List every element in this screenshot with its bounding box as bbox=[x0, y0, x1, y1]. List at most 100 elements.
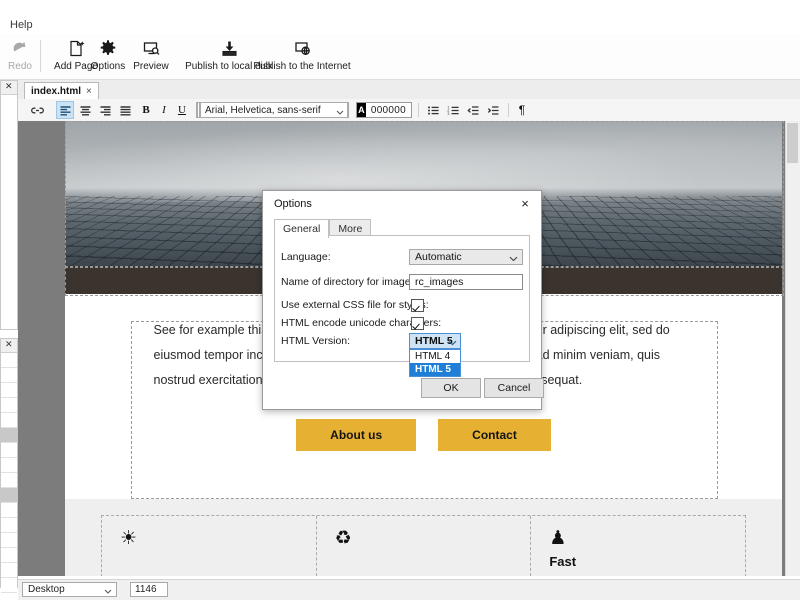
menu-item-help[interactable]: Help bbox=[6, 18, 37, 32]
feature-title: Fast bbox=[549, 554, 577, 569]
external-css-checkbox[interactable] bbox=[411, 299, 424, 312]
list-item[interactable] bbox=[1, 428, 17, 443]
globe-publish-icon bbox=[244, 36, 360, 60]
list-item[interactable] bbox=[1, 473, 17, 488]
feature-cell-recycle[interactable]: ♻ bbox=[317, 516, 532, 576]
vertical-scrollbar[interactable] bbox=[785, 121, 800, 576]
list-item[interactable] bbox=[1, 578, 17, 593]
underline-button[interactable]: U bbox=[174, 101, 190, 119]
left-panel-lower-header: ✕ bbox=[1, 339, 17, 353]
cancel-button[interactable]: Cancel bbox=[484, 378, 544, 398]
viewport-width-value: 1146 bbox=[135, 584, 157, 595]
menu-bar: Help bbox=[0, 18, 800, 34]
tab-general[interactable]: General bbox=[274, 219, 330, 238]
left-panel-lower: ✕ bbox=[0, 338, 18, 593]
format-toolbar: B I U S 12 bbox=[18, 99, 800, 122]
preview-icon bbox=[128, 36, 174, 60]
html-version-option-html4[interactable]: HTML 4 bbox=[410, 350, 460, 363]
font-family-value: Arial, Helvetica, sans-serif bbox=[205, 104, 321, 116]
close-icon[interactable]: × bbox=[517, 195, 533, 211]
toolbar-separator bbox=[40, 40, 41, 72]
close-icon[interactable]: × bbox=[86, 86, 92, 97]
numbered-list-icon[interactable]: 1 2 3 bbox=[444, 101, 462, 119]
list-item[interactable] bbox=[1, 488, 17, 503]
align-center-icon[interactable] bbox=[76, 101, 94, 119]
text-color-picker[interactable]: A 000000 bbox=[356, 102, 412, 118]
field-language: Language: Automatic bbox=[275, 248, 529, 268]
about-us-button[interactable]: About us bbox=[296, 419, 417, 451]
color-hex-value: 000000 bbox=[370, 104, 406, 116]
list-item[interactable] bbox=[1, 398, 17, 413]
field-unicode-encode: HTML encode unicode characters: bbox=[275, 314, 529, 334]
redo-label: Redo bbox=[8, 61, 32, 72]
application-window: Help Redo Add Page Options Preview Publi… bbox=[0, 0, 800, 600]
outdent-icon[interactable] bbox=[464, 101, 482, 119]
editor-tab-strip: index.html × bbox=[18, 80, 800, 100]
link-icon[interactable] bbox=[28, 101, 46, 119]
indent-icon[interactable] bbox=[484, 101, 502, 119]
gear-icon bbox=[86, 36, 130, 60]
options-dialog: Options × General More Language: Automat… bbox=[262, 190, 544, 410]
images-directory-input[interactable]: rc_images bbox=[409, 274, 523, 290]
pilcrow-icon[interactable]: ¶ bbox=[514, 101, 530, 119]
list-item[interactable] bbox=[1, 533, 17, 548]
list-item[interactable] bbox=[1, 368, 17, 383]
chevron-down-icon bbox=[448, 337, 457, 349]
list-item[interactable] bbox=[1, 413, 17, 428]
tab-index-html[interactable]: index.html × bbox=[24, 82, 99, 99]
html-version-dropdown-list: HTML 4 HTML 5 bbox=[409, 349, 461, 377]
left-panel-upper-header: ✕ bbox=[1, 81, 17, 95]
list-item[interactable] bbox=[1, 443, 17, 458]
italic-button[interactable]: I bbox=[156, 101, 172, 119]
list-item[interactable] bbox=[1, 518, 17, 533]
vertical-scrollbar-thumb[interactable] bbox=[787, 123, 798, 163]
align-left-icon[interactable] bbox=[56, 101, 74, 119]
preview-button[interactable]: Preview bbox=[128, 36, 174, 72]
options-label: Options bbox=[90, 61, 126, 72]
chevron-down-icon bbox=[104, 586, 112, 597]
cta-button-row: About us Contact bbox=[65, 419, 782, 481]
publish-internet-button[interactable]: Publish to the Internet bbox=[244, 36, 360, 72]
align-right-icon[interactable] bbox=[96, 101, 114, 119]
list-item[interactable] bbox=[1, 563, 17, 578]
options-button[interactable]: Options bbox=[86, 36, 130, 72]
device-preview-value: Desktop bbox=[28, 584, 65, 595]
language-select[interactable]: Automatic bbox=[409, 249, 523, 265]
device-preview-select[interactable]: Desktop bbox=[22, 582, 117, 597]
html-version-select[interactable]: HTML 5 bbox=[409, 333, 461, 349]
close-icon[interactable]: ✕ bbox=[5, 82, 13, 91]
ok-button[interactable]: OK bbox=[421, 378, 481, 398]
align-justify-icon[interactable] bbox=[116, 101, 134, 119]
unicode-encode-checkbox[interactable] bbox=[411, 317, 424, 330]
redo-button[interactable]: Redo bbox=[4, 36, 36, 72]
status-bar: Desktop 1146 bbox=[18, 579, 800, 600]
field-external-css: Use external CSS file for styles: bbox=[275, 296, 529, 316]
tree-icon: ♟ bbox=[549, 528, 567, 549]
chevron-down-icon bbox=[336, 107, 344, 118]
close-icon[interactable]: ✕ bbox=[5, 340, 13, 349]
list-item[interactable] bbox=[1, 353, 17, 368]
dialog-title: Options bbox=[274, 198, 312, 210]
color-swatch: A bbox=[357, 103, 366, 117]
toolbar-separator bbox=[418, 103, 419, 117]
feature-cell-fast[interactable]: ♟ Fast bbox=[531, 516, 745, 576]
left-panel-upper: ✕ bbox=[0, 80, 18, 330]
html-version-option-html5[interactable]: HTML 5 bbox=[410, 363, 460, 376]
field-html-version: HTML Version: HTML 5 HTML 4 HTML 5 bbox=[275, 332, 529, 377]
feature-cell-sun[interactable]: ☀ bbox=[102, 516, 317, 576]
list-item[interactable] bbox=[1, 383, 17, 398]
list-item[interactable] bbox=[1, 458, 17, 473]
svg-text:3: 3 bbox=[447, 112, 449, 116]
viewport-width-input[interactable]: 1146 bbox=[130, 582, 168, 597]
features-section: ☀ ♻ ♟ Fast bbox=[65, 499, 782, 576]
list-item[interactable] bbox=[1, 503, 17, 518]
redo-icon bbox=[4, 36, 36, 60]
tab-label: index.html bbox=[31, 85, 82, 97]
left-panel-row-list bbox=[1, 353, 17, 593]
list-item[interactable] bbox=[1, 548, 17, 563]
chevron-down-icon bbox=[509, 253, 518, 265]
bullet-list-icon[interactable] bbox=[424, 101, 442, 119]
font-family-select[interactable]: Arial, Helvetica, sans-serif bbox=[200, 102, 348, 118]
bold-button[interactable]: B bbox=[138, 101, 154, 119]
contact-button[interactable]: Contact bbox=[438, 419, 551, 451]
